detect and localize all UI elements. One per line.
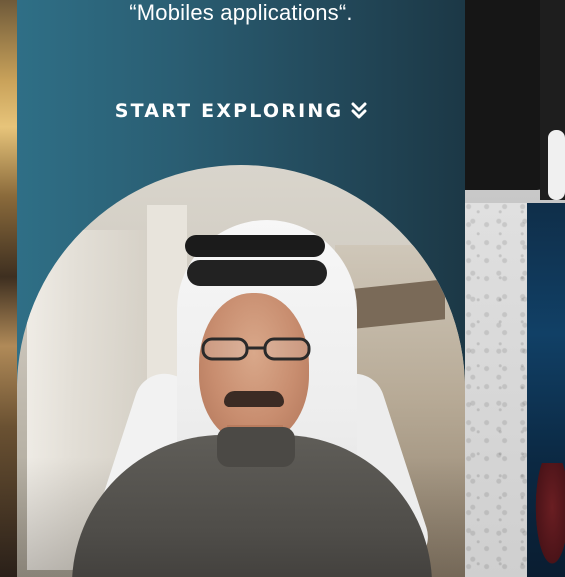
red-object [533, 463, 565, 573]
agal-ring-top [185, 235, 325, 257]
agal-ring-bottom [187, 260, 327, 286]
screen: “Mobiles applications“. START EXPLORING [0, 0, 565, 577]
hero-card: “Mobiles applications“. START EXPLORING [17, 0, 465, 577]
right-bottom-image [465, 203, 565, 577]
thobe-collar [217, 427, 295, 467]
right-top-image [465, 0, 565, 203]
face [199, 293, 309, 443]
hero-subtitle: “Mobiles applications“. [129, 0, 353, 25]
mustache [224, 391, 284, 407]
start-exploring-label: START EXPLORING [114, 100, 344, 122]
concrete-texture [465, 203, 527, 577]
left-partial-image [0, 0, 17, 577]
start-exploring-button[interactable]: START EXPLORING [17, 100, 465, 122]
glasses [201, 337, 311, 361]
portrait-photo [17, 165, 465, 577]
shirt-cuff [548, 130, 565, 200]
double-chevron-down-icon [351, 102, 367, 120]
right-partial-images [465, 0, 565, 577]
person-figure [17, 165, 465, 577]
